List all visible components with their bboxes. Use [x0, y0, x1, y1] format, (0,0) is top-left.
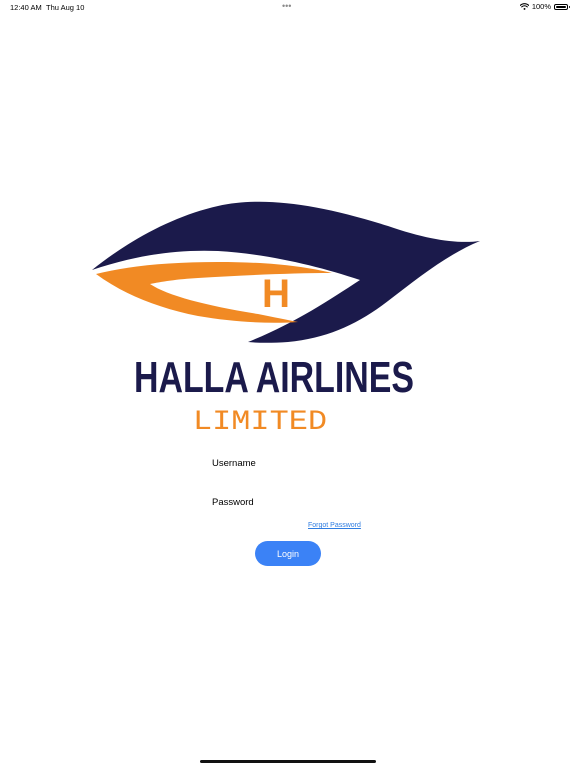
battery-icon [554, 3, 570, 10]
logo-brand-name: HALLA AIRLINES [134, 353, 414, 402]
forgot-password-link[interactable]: Forgot Password [308, 522, 361, 529]
battery-fill [556, 5, 566, 8]
logo-orange-swoosh [96, 262, 332, 323]
wifi-icon [519, 3, 529, 10]
logo-h-letter: H [262, 272, 290, 316]
username-input[interactable] [210, 472, 370, 486]
home-indicator[interactable] [200, 760, 376, 763]
status-bar: 12:40 AM Thu Aug 10 ••• 100% [0, 0, 576, 14]
login-screen: 12:40 AM Thu Aug 10 ••• 100% H HALLA AIR… [0, 0, 576, 768]
username-label: Username [212, 458, 256, 469]
login-button[interactable]: Login [255, 541, 321, 566]
password-label: Password [212, 497, 254, 508]
status-date: Thu Aug 10 [46, 3, 85, 12]
status-time: 12:40 AM [10, 3, 42, 12]
logo-brand-subtitle: LIMITED [193, 407, 327, 436]
battery-percentage: 100% [531, 2, 551, 11]
status-indicators: 100% [519, 2, 570, 11]
multitasking-dots[interactable]: ••• [282, 1, 291, 11]
halla-airlines-logo: H HALLA AIRLINES LIMITED [88, 196, 488, 436]
